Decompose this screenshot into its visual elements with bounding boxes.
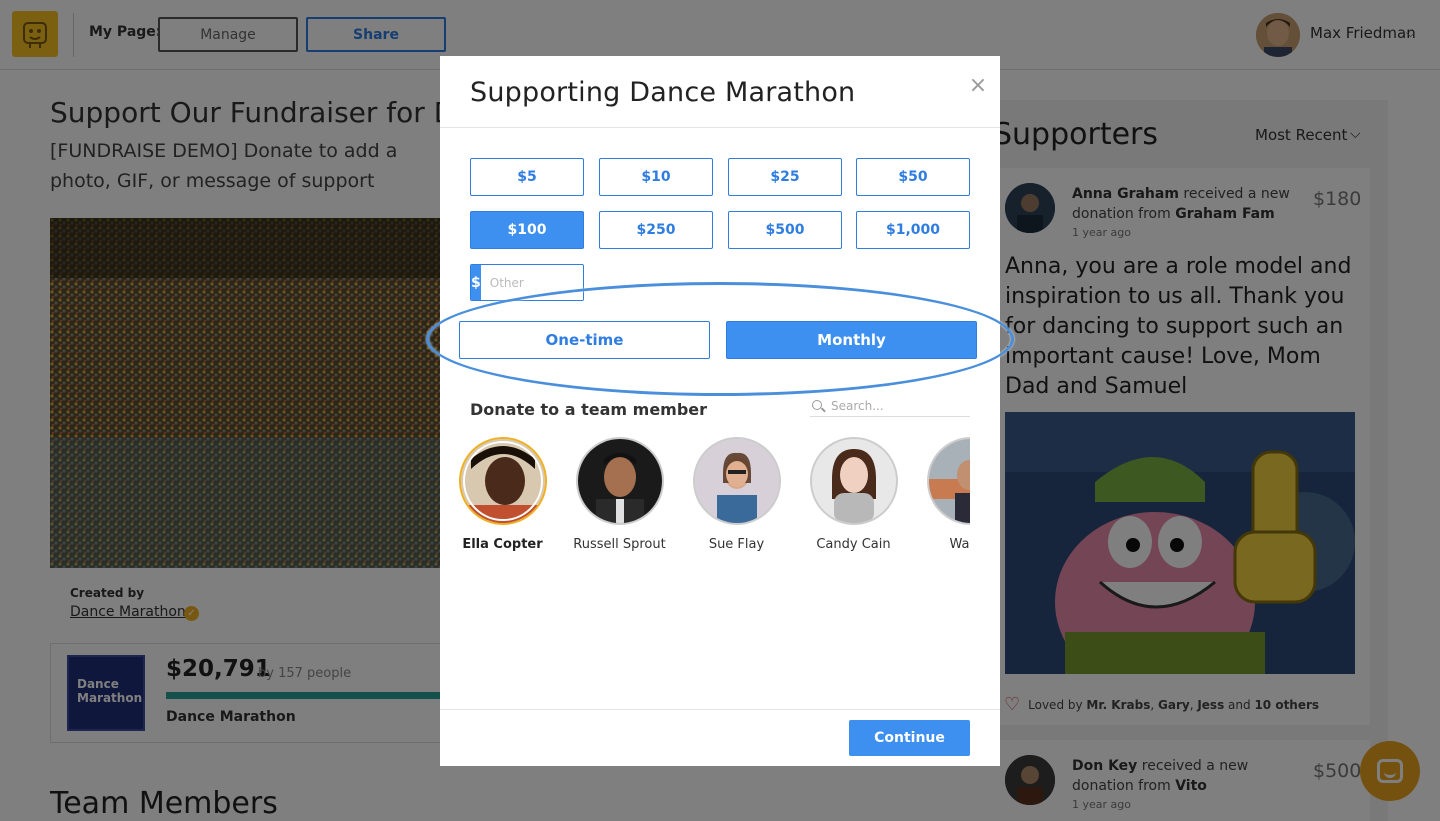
amount-button-25[interactable]: $25: [728, 158, 842, 196]
team-member-walter[interactable]: Walter: [912, 434, 970, 552]
amount-button-50[interactable]: $50: [856, 158, 970, 196]
other-amount-input[interactable]: [480, 265, 583, 300]
close-icon[interactable]: ×: [966, 74, 990, 98]
amount-button-250[interactable]: $250: [599, 211, 713, 249]
amount-button-10[interactable]: $10: [599, 158, 713, 196]
one-time-button[interactable]: One-time: [459, 321, 710, 359]
amount-button-5[interactable]: $5: [470, 158, 584, 196]
member-avatar: [926, 437, 970, 525]
team-member-ella-copter[interactable]: Ella Copter: [444, 434, 561, 552]
member-name: Candy Cain: [816, 537, 891, 552]
monthly-button[interactable]: Monthly: [726, 321, 977, 359]
donation-modal: Supporting Dance Marathon × $5 $10 $25 $…: [426, 56, 1014, 766]
amount-button-1000[interactable]: $1,000: [856, 211, 970, 249]
member-name: Russell Sprout: [573, 537, 666, 552]
member-name: Sue Flay: [708, 537, 765, 552]
team-member-sue-flay[interactable]: Sue Flay: [678, 434, 795, 552]
modal-header: Supporting Dance Marathon ×: [440, 56, 1000, 128]
member-avatar: [692, 437, 781, 525]
team-member-candy-cain[interactable]: Candy Cain: [795, 434, 912, 552]
member-search[interactable]: [810, 396, 970, 417]
member-avatar: [575, 437, 664, 525]
search-icon: [812, 399, 825, 413]
member-avatar: [809, 437, 898, 525]
team-member-carousel: Ella Copter Russell Sprout Sue Flay Cand…: [440, 434, 970, 554]
amount-button-100[interactable]: $100: [470, 211, 584, 249]
member-search-input[interactable]: [831, 399, 961, 413]
modal-title: Supporting Dance Marathon: [470, 77, 856, 108]
member-avatar: [458, 437, 547, 525]
team-member-russell-sprout[interactable]: Russell Sprout: [561, 434, 678, 552]
dollar-prefix: $: [471, 265, 481, 300]
member-name: Walter: [949, 537, 970, 552]
donate-to-member-label: Donate to a team member: [470, 400, 708, 419]
member-name: Ella Copter: [462, 537, 543, 552]
amount-button-500[interactable]: $500: [728, 211, 842, 249]
other-amount-field[interactable]: $: [470, 264, 584, 301]
continue-button[interactable]: Continue: [849, 720, 970, 756]
